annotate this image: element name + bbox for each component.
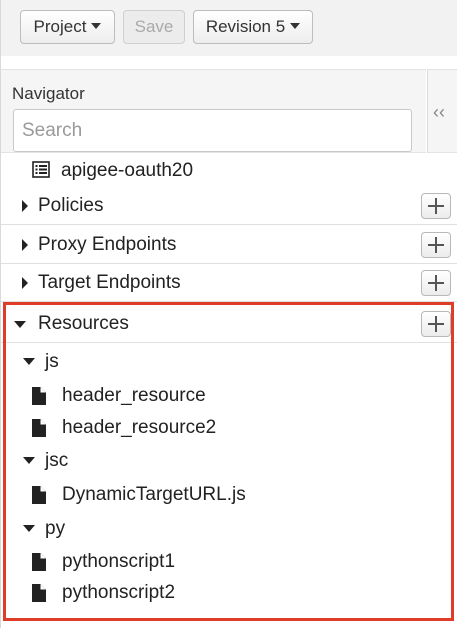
folder-js-label: js — [45, 351, 59, 372]
folder-py-label: py — [45, 518, 66, 539]
resource-file-item[interactable]: DynamicTargetURL.js — [1, 480, 457, 512]
section-target-endpoints-label: Target Endpoints — [38, 272, 181, 293]
collapse-arrow-icon — [23, 525, 35, 532]
save-button[interactable]: Save — [123, 10, 185, 44]
toolbar: Project Save Revision 5 — [0, 0, 457, 56]
section-resources-label: Resources — [38, 313, 129, 334]
folder-jsc[interactable]: jsc — [1, 446, 457, 478]
folder-py[interactable]: py — [1, 514, 457, 546]
add-resource-button[interactable] — [421, 311, 451, 337]
caret-down-icon — [290, 23, 301, 29]
resource-file-label: header_resource2 — [62, 417, 217, 438]
save-button-label: Save — [134, 17, 174, 36]
resource-file-label: DynamicTargetURL.js — [62, 484, 246, 505]
expand-arrow-icon — [22, 200, 28, 212]
collapse-arrow-icon — [23, 358, 35, 365]
resource-file-item[interactable]: pythonscript1 — [1, 547, 457, 579]
resource-file-label: pythonscript1 — [62, 551, 176, 572]
revision-dropdown-button[interactable]: Revision 5 — [193, 10, 313, 44]
file-icon — [32, 584, 46, 602]
file-icon — [32, 419, 46, 437]
navigator-title: Navigator — [12, 84, 85, 103]
file-icon — [32, 553, 46, 571]
section-target-endpoints[interactable]: Target Endpoints — [1, 264, 457, 302]
resource-file-item[interactable]: pythonscript2 — [1, 578, 457, 610]
section-policies[interactable]: Policies — [1, 187, 457, 225]
section-policies-label: Policies — [38, 195, 104, 216]
add-policy-button[interactable] — [421, 193, 451, 219]
double-chevron-left-icon: ‹‹ — [433, 102, 445, 122]
collapse-arrow-icon — [14, 321, 26, 328]
project-button-label: Project — [33, 17, 87, 36]
search-input[interactable] — [13, 109, 412, 152]
resource-file-item[interactable]: header_resource — [1, 381, 457, 413]
caret-down-icon — [91, 23, 102, 29]
section-resources[interactable]: Resources — [1, 305, 457, 343]
file-icon — [32, 486, 46, 504]
resource-file-item[interactable]: header_resource2 — [1, 413, 457, 445]
folder-jsc-label: jsc — [45, 450, 69, 471]
expand-arrow-icon — [22, 277, 28, 289]
collapse-panel-button[interactable]: ‹‹ — [427, 69, 457, 153]
folder-js[interactable]: js — [1, 347, 457, 379]
section-proxy-endpoints[interactable]: Proxy Endpoints — [1, 226, 457, 264]
file-icon — [32, 387, 46, 405]
add-proxy-endpoint-button[interactable] — [421, 232, 451, 258]
proxy-bundle-name: apigee-oauth20 — [61, 160, 194, 181]
navigator-header: Navigator — [1, 69, 426, 153]
section-proxy-endpoints-label: Proxy Endpoints — [38, 234, 177, 255]
add-target-endpoint-button[interactable] — [421, 270, 451, 296]
revision-button-label: Revision 5 — [205, 17, 286, 36]
collapse-arrow-icon — [23, 457, 35, 464]
resource-file-label: header_resource — [62, 385, 206, 406]
project-dropdown-button[interactable]: Project — [20, 10, 115, 44]
expand-arrow-icon — [22, 239, 28, 251]
list-document-icon — [32, 161, 50, 178]
navigator-panel: Navigator ‹‹ apigee-oauth20 Policies Pro… — [0, 56, 457, 628]
resource-file-label: pythonscript2 — [62, 582, 176, 603]
